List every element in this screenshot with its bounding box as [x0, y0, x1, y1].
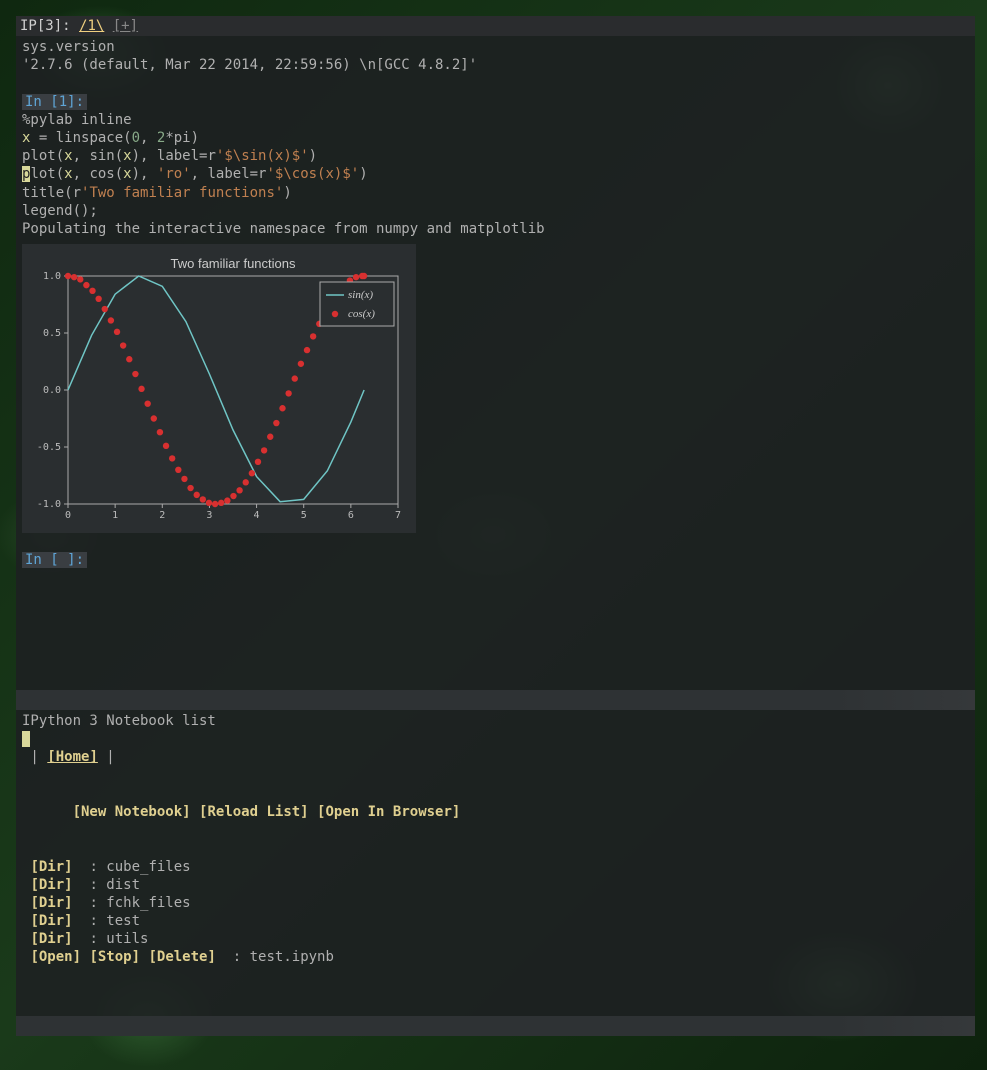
new-notebook-button[interactable]: [New Notebook] — [73, 804, 191, 820]
cell1-stdout: Populating the interactive namespace fro… — [22, 220, 969, 238]
svg-text:3: 3 — [206, 510, 212, 521]
tab-1[interactable]: /1\ — [79, 18, 104, 34]
svg-text:sin(x): sin(x) — [348, 289, 373, 301]
open-in-browser-button[interactable]: [Open In Browser] — [317, 804, 460, 820]
cell1-l1[interactable]: %pylab inline — [22, 111, 969, 129]
svg-text:cos(x): cos(x) — [348, 308, 375, 320]
svg-text:-1.0: -1.0 — [37, 499, 61, 510]
cell1-l6[interactable]: legend(); — [22, 202, 969, 220]
dir-entry[interactable]: [Dir] : cube_files — [22, 858, 969, 876]
cell1-l2[interactable]: x = linspace(0, 2*pi) — [22, 129, 969, 147]
blank2 — [22, 533, 969, 551]
dir-entry[interactable]: [Dir] : dist — [22, 876, 969, 894]
svg-text:-0.5: -0.5 — [37, 442, 61, 453]
notebook-pane: IP[3]: /1\ [+] sys.version '2.7.6 (defau… — [16, 16, 975, 690]
svg-text:1.0: 1.0 — [43, 271, 61, 282]
notebooklist-pane: IPython 3 Notebook list | [Home] | [New … — [16, 710, 975, 1036]
modeline-bottom: 22 * 212 *ein:notebooklist 8888* ein:not… — [16, 1016, 975, 1036]
svg-text:0: 0 — [65, 510, 71, 521]
notebooklist-body[interactable]: IPython 3 Notebook list | [Home] | [New … — [16, 710, 975, 969]
svg-text:6: 6 — [348, 510, 354, 521]
svg-text:2: 2 — [159, 510, 165, 521]
dir-entry[interactable]: [Dir] : fchk_files — [22, 894, 969, 912]
svg-text:4: 4 — [254, 510, 260, 521]
cell0-line2: '2.7.6 (default, Mar 22 2014, 22:59:56) … — [22, 56, 969, 74]
reload-list-button[interactable]: [Reload List] — [199, 804, 309, 820]
header-prefix: IP[3]: — [20, 18, 79, 34]
svg-text:7: 7 — [395, 510, 401, 521]
stop-nb-button[interactable]: [Stop] — [89, 949, 140, 965]
cell1-l3[interactable]: plot(x, sin(x), label=r'$\sin(x)$') — [22, 147, 969, 165]
cell2-body[interactable] — [22, 570, 969, 588]
chart-svg: Two familiar functions 0 1 2 3 4 5 6 7 -1.0 -0.5 0.… — [26, 254, 406, 524]
cell1-l4[interactable]: plot(x, cos(x), 'ro', label=r'$\cos(x)$'… — [22, 165, 969, 183]
dir-entry[interactable]: [Dir] : test — [22, 912, 969, 930]
cell1-l5[interactable]: title(r'Two familiar functions') — [22, 184, 969, 202]
cell1-prompt: In [1]: — [22, 93, 969, 111]
svg-text:1: 1 — [112, 510, 118, 521]
notebook-entry: [Open] [Stop] [Delete] : test.ipynb — [22, 948, 969, 966]
nblist-title: IPython 3 Notebook list — [22, 712, 969, 730]
notebook-header: IP[3]: /1\ [+] — [16, 16, 975, 36]
home-link[interactable]: [Home] — [47, 749, 98, 765]
modeline-top: 21 — 331 *ein: 8888/test.ipynb* ein:ml11… — [16, 690, 975, 710]
svg-text:0.5: 0.5 — [43, 328, 61, 339]
svg-text:0.0: 0.0 — [43, 385, 61, 396]
dir-entry[interactable]: [Dir] : utils — [22, 930, 969, 948]
cell2-prompt: In [ ]: — [22, 551, 969, 569]
delete-nb-button[interactable]: [Delete] — [148, 949, 215, 965]
text-cursor-bottom — [22, 731, 30, 747]
svg-text:5: 5 — [301, 510, 307, 521]
chart-output: Two familiar functions 0 1 2 3 4 5 6 7 -1.0 -0.5 0.… — [22, 244, 416, 533]
add-tab-button[interactable]: [+] — [113, 18, 138, 34]
svg-text:Two familiar functions: Two familiar functions — [171, 256, 296, 271]
code-area[interactable]: sys.version '2.7.6 (default, Mar 22 2014… — [16, 36, 975, 590]
cell0-line1: sys.version — [22, 38, 969, 56]
open-nb-button[interactable]: [Open] — [30, 949, 81, 965]
blank — [22, 74, 969, 92]
